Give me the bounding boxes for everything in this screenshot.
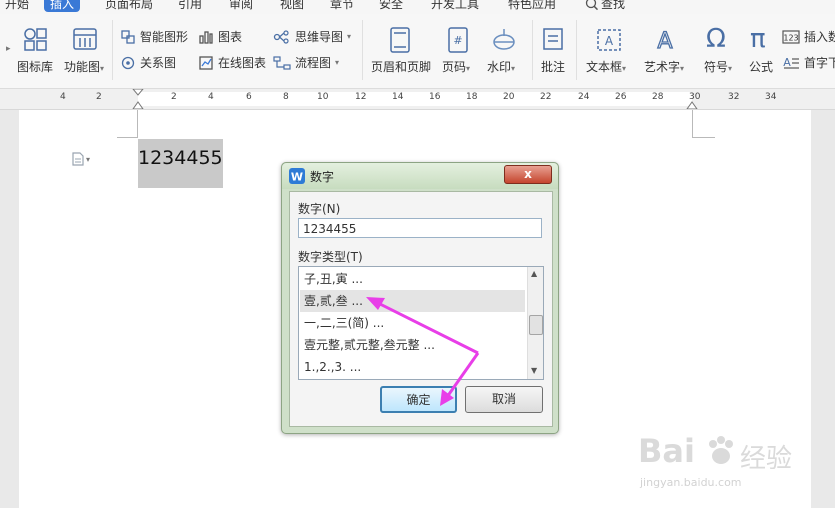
watermark-brand-suffix: 经验: [740, 444, 793, 474]
watermark-url: jingyan.baidu.com: [640, 476, 742, 489]
annotation-arrow: [377, 301, 479, 355]
paw-icon: [709, 436, 733, 464]
annotation-arrow: [445, 352, 480, 398]
baidu-watermark: Bai 经验 jingyan.baidu.com: [632, 432, 832, 508]
watermark-brand: Bai: [638, 432, 695, 470]
